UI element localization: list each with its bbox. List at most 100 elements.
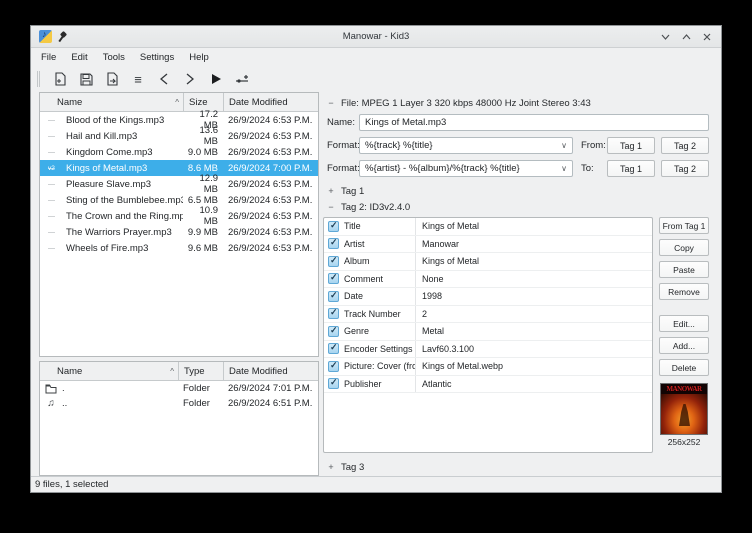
tag-frame-row[interactable]: Encoder Settings Lavf60.3.100 (324, 341, 652, 359)
file-table-row[interactable]: v2 Kings of Metal.mp3 8.6 MB 26/9/2024 7… (40, 160, 318, 176)
directory-row[interactable]: ♫ . Folder 26/9/2024 7:01 P.M. (40, 381, 318, 396)
file-table-row[interactable]: Kingdom Come.mp3 9.0 MB 26/9/2024 6:53 P… (40, 144, 318, 160)
file-date-modified: 26/9/2024 6:53 P.M. (223, 243, 318, 254)
tag-frame-row[interactable]: Genre Metal (324, 323, 652, 341)
frame-value-cell[interactable]: Metal (416, 326, 652, 336)
column-header-date-modified[interactable]: Date Modified (223, 362, 318, 380)
directory-date-modified: 26/9/2024 7:01 P.M. (223, 383, 318, 394)
frame-checkbox[interactable] (328, 343, 339, 354)
tag2-section-header[interactable]: − Tag 2: ID3v2.4.0 (323, 199, 709, 215)
file-table-row[interactable]: Hail and Kill.mp3 13.6 MB 26/9/2024 6:53… (40, 128, 318, 144)
sort-ascending-icon: ^ (175, 98, 183, 107)
frame-value-cell[interactable]: None (416, 274, 652, 284)
save-icon[interactable] (75, 68, 97, 90)
menu-tools[interactable]: Tools (103, 52, 125, 63)
frame-checkbox[interactable] (328, 238, 339, 249)
to-tag2-button[interactable]: Tag 2 (661, 160, 709, 177)
playlist-icon[interactable]: ≡ (127, 68, 149, 90)
frame-checkbox[interactable] (328, 361, 339, 372)
file-date-modified: 26/9/2024 6:53 P.M. (223, 131, 318, 142)
paste-button[interactable]: Paste (659, 261, 709, 278)
titlebar[interactable]: Manowar - Kid3 (31, 26, 721, 48)
tag-frame-row[interactable]: Date 1998 (324, 288, 652, 306)
revert-icon[interactable] (101, 68, 123, 90)
frame-value-cell[interactable]: Manowar (416, 239, 652, 249)
frame-checkbox[interactable] (328, 378, 339, 389)
frame-name: Title (344, 221, 361, 231)
filename-input[interactable]: Kings of Metal.mp3 (359, 114, 709, 131)
expand-icon: + (327, 186, 335, 196)
menu-file[interactable]: File (41, 52, 56, 63)
open-file-icon[interactable] (49, 68, 71, 90)
add-button[interactable]: Add... (659, 337, 709, 354)
format-from-filename-combo[interactable]: %{track} %{title} ∨ (359, 137, 573, 154)
menu-help[interactable]: Help (189, 52, 209, 63)
file-table-row[interactable]: The Crown and the Ring.mp3 10.9 MB 26/9/… (40, 208, 318, 224)
remove-button[interactable]: Remove (659, 283, 709, 300)
seek-icon[interactable] (231, 68, 253, 90)
chevron-down-icon: ∨ (561, 141, 567, 150)
column-header-name[interactable]: Name ^ (40, 366, 178, 377)
format-up-label: Format:↑ (323, 140, 359, 151)
tag-editor-panel: − File: MPEG 1 Layer 3 320 kbps 48000 Hz… (323, 92, 709, 476)
frame-name: Track Number (344, 309, 401, 319)
dir-list-header: Name ^ Type Date Modified (40, 362, 318, 381)
format-to-row: Format:↓ %{artist} - %{album}/%{track} %… (323, 160, 709, 177)
file-table-row[interactable]: Sting of the Bumblebee.mp3 6.5 MB 26/9/2… (40, 192, 318, 208)
to-tag1-button[interactable]: Tag 1 (607, 160, 655, 177)
tag1-section-header[interactable]: + Tag 1 (323, 183, 709, 199)
album-cover-thumbnail[interactable]: MANOWAR (660, 383, 708, 435)
menu-edit[interactable]: Edit (71, 52, 87, 63)
file-table-row[interactable]: Pleasure Slave.mp3 12.9 MB 26/9/2024 6:5… (40, 176, 318, 192)
frame-checkbox[interactable] (328, 291, 339, 302)
next-file-icon[interactable] (179, 68, 201, 90)
frame-value-cell[interactable]: Kings of Metal (416, 256, 652, 266)
menu-settings[interactable]: Settings (140, 52, 174, 63)
frame-checkbox[interactable] (328, 273, 339, 284)
frame-value-cell[interactable]: Kings of Metal.webp (416, 361, 652, 371)
play-icon[interactable] (205, 68, 227, 90)
file-table-row[interactable]: Blood of the Kings.mp3 17.2 MB 26/9/2024… (40, 112, 318, 128)
directory-row[interactable]: ♫ .. Folder 26/9/2024 6:51 P.M. (40, 396, 318, 411)
delete-button[interactable]: Delete (659, 359, 709, 376)
frame-checkbox[interactable] (328, 221, 339, 232)
pin-icon[interactable] (59, 31, 69, 43)
from-tag-1-button[interactable]: From Tag 1 (659, 217, 709, 234)
toolbar-grip[interactable] (37, 71, 40, 87)
frame-checkbox[interactable] (328, 326, 339, 337)
frame-value-cell[interactable]: Kings of Metal (416, 221, 652, 231)
tag-frame-row[interactable]: Title Kings of Metal (324, 218, 652, 236)
frame-value-cell[interactable]: 1998 (416, 291, 652, 301)
file-table-row[interactable]: Wheels of Fire.mp3 9.6 MB 26/9/2024 6:53… (40, 240, 318, 256)
tag3-section-header[interactable]: + Tag 3 (323, 459, 709, 475)
frame-checkbox[interactable] (328, 256, 339, 267)
maximize-button[interactable] (680, 31, 692, 43)
tag-frame-row[interactable]: Track Number 2 (324, 306, 652, 324)
file-section-header[interactable]: − File: MPEG 1 Layer 3 320 kbps 48000 Hz… (323, 95, 709, 111)
frame-name: Genre (344, 326, 369, 336)
tag-frame-row[interactable]: Picture: Cover (front) Kings of Metal.we… (324, 358, 652, 376)
tag-frame-row[interactable]: Artist Manowar (324, 236, 652, 254)
frame-value-cell[interactable]: 2 (416, 309, 652, 319)
directory-name: .. (62, 398, 178, 409)
previous-file-icon[interactable] (153, 68, 175, 90)
frame-value-cell[interactable]: Atlantic (416, 379, 652, 389)
copy-button[interactable]: Copy (659, 239, 709, 256)
from-tag1-button[interactable]: Tag 1 (607, 137, 655, 154)
column-header-name[interactable]: Name ^ (40, 97, 183, 108)
column-header-type[interactable]: Type (178, 362, 223, 380)
frame-name: Encoder Settings (344, 344, 413, 354)
column-header-date-modified[interactable]: Date Modified (223, 93, 318, 111)
tag-frame-row[interactable]: Comment None (324, 271, 652, 289)
frame-value-cell[interactable]: Lavf60.3.100 (416, 344, 652, 354)
frame-field-cell: Track Number (324, 306, 416, 323)
tag-frame-row[interactable]: Album Kings of Metal (324, 253, 652, 271)
file-table-row[interactable]: The Warriors Prayer.mp3 9.9 MB 26/9/2024… (40, 224, 318, 240)
from-tag2-button[interactable]: Tag 2 (661, 137, 709, 154)
frame-checkbox[interactable] (328, 308, 339, 319)
tag-frame-row[interactable]: Publisher Atlantic (324, 376, 652, 394)
close-button[interactable] (701, 31, 713, 43)
minimize-button[interactable] (659, 31, 671, 43)
format-to-filename-combo[interactable]: %{artist} - %{album}/%{track} %{title} ∨ (359, 160, 573, 177)
edit-button[interactable]: Edit... (659, 315, 709, 332)
